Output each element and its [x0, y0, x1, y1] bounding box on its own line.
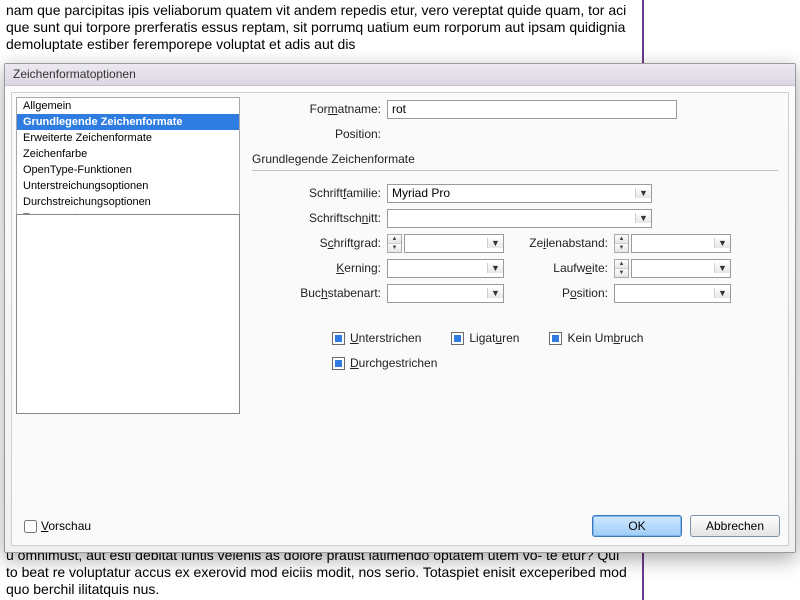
- preview-area: [16, 214, 240, 414]
- category-list[interactable]: Allgemein Grundlegende Zeichenformate Er…: [16, 97, 240, 227]
- label-case: Buchstabenart:: [252, 286, 387, 300]
- label-position-top: Position:: [252, 127, 387, 141]
- preview-checkbox-input[interactable]: [24, 520, 37, 533]
- dialog-title: Zeichenformatoptionen: [5, 64, 795, 86]
- label-formatname: Formatname:: [252, 102, 387, 116]
- case-combo[interactable]: ▼: [387, 284, 504, 303]
- strikethrough-label: Durchgestrichen: [350, 356, 437, 370]
- font-style-combo[interactable]: ▼: [387, 209, 652, 228]
- chevron-down-icon: ▼: [714, 288, 730, 298]
- leading-combo[interactable]: ▼: [631, 234, 731, 253]
- label-font-size: Schriftgrad:: [252, 236, 387, 250]
- section-separator: [252, 170, 778, 171]
- label-position: Position:: [504, 286, 614, 300]
- category-item-opentype[interactable]: OpenType-Funktionen: [17, 162, 239, 178]
- ligatures-checkbox[interactable]: Ligaturen: [451, 331, 519, 345]
- dialog-footer: Vorschau OK Abbrechen: [20, 515, 780, 537]
- cancel-button[interactable]: Abbrechen: [690, 515, 780, 537]
- font-size-spinner[interactable]: ▲▼: [387, 234, 402, 253]
- chevron-down-icon: ▼: [714, 263, 730, 273]
- category-item-underline-options[interactable]: Unterstreichungsoptionen: [17, 178, 239, 194]
- font-family-value: Myriad Pro: [388, 186, 635, 200]
- chevron-down-icon: ▼: [487, 263, 503, 273]
- chevron-down-icon: ▼: [635, 213, 651, 223]
- category-item-character-color[interactable]: Zeichenfarbe: [17, 146, 239, 162]
- leading-spinner[interactable]: ▲▼: [614, 234, 629, 253]
- category-item-general[interactable]: Allgemein: [17, 98, 239, 114]
- formatname-input[interactable]: [387, 100, 677, 119]
- preview-checkbox[interactable]: Vorschau: [20, 517, 91, 536]
- preview-label: Vorschau: [41, 519, 91, 533]
- no-break-checkbox[interactable]: Kein Umbruch: [549, 331, 643, 345]
- dialog-body: Allgemein Grundlegende Zeichenformate Er…: [11, 92, 789, 546]
- tracking-combo[interactable]: ▼: [631, 259, 731, 278]
- strikethrough-checkbox[interactable]: Durchgestrichen: [332, 356, 437, 370]
- category-item-basic-character-formats[interactable]: Grundlegende Zeichenformate: [17, 114, 239, 130]
- chevron-down-icon: ▼: [487, 238, 503, 248]
- label-font-style: Schriftschnitt:: [252, 211, 387, 225]
- chevron-down-icon: ▼: [487, 288, 503, 298]
- ligatures-label: Ligaturen: [469, 331, 519, 345]
- background-document-text-top: nam que parcipitas ipis veliaborum quate…: [0, 0, 640, 55]
- label-kerning: Kerning:: [252, 261, 387, 275]
- background-document-text-bottom: u omnimust, aut esti debitat iuntis vele…: [0, 547, 640, 600]
- kerning-combo[interactable]: ▼: [387, 259, 504, 278]
- font-size-combo[interactable]: ▼: [404, 234, 504, 253]
- chevron-down-icon: ▼: [635, 188, 651, 198]
- underline-label: Unterstrichen: [350, 331, 421, 345]
- no-break-label: Kein Umbruch: [567, 331, 643, 345]
- tracking-spinner[interactable]: ▲▼: [614, 259, 629, 278]
- label-leading: Zeilenabstand:: [504, 236, 614, 250]
- position-combo[interactable]: ▼: [614, 284, 731, 303]
- category-item-advanced-character-formats[interactable]: Erweiterte Zeichenformate: [17, 130, 239, 146]
- ok-button[interactable]: OK: [592, 515, 682, 537]
- form-panel: Formatname: Position: Grundlegende Zeich…: [252, 97, 778, 505]
- character-style-options-dialog: Zeichenformatoptionen Allgemein Grundleg…: [4, 63, 796, 553]
- label-tracking: Laufweite:: [504, 261, 614, 275]
- category-item-strikethrough-options[interactable]: Durchstreichungsoptionen: [17, 194, 239, 210]
- section-title-basic-formats: Grundlegende Zeichenformate: [252, 152, 778, 166]
- chevron-down-icon: ▼: [714, 238, 730, 248]
- font-family-combo[interactable]: Myriad Pro ▼: [387, 184, 652, 203]
- underline-checkbox[interactable]: Unterstrichen: [332, 331, 421, 345]
- label-font-family: Schriftfamilie:: [252, 186, 387, 200]
